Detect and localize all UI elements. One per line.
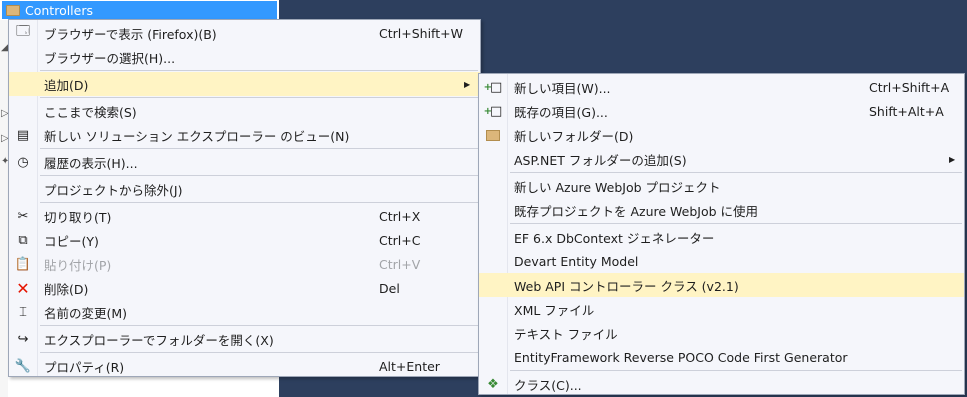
class-icon: ❖ [487,376,499,392]
new-folder-icon [482,126,504,144]
submenu-item-text-file[interactable]: テキスト ファイル [479,321,964,345]
folder-icon [6,4,20,16]
menu-item-cut[interactable]: ✂ 切り取り(T) Ctrl+X [9,204,480,228]
rename-icon: ⌶ [19,304,27,320]
menu-item-copy[interactable]: ⧉ コピー(Y) Ctrl+C [9,228,480,252]
tree-item-label: Controllers [25,2,93,18]
submenu-item-new-item[interactable]: + □ 新しい項目(W)... Ctrl+Shift+A [479,75,964,99]
solution-explorer-view-icon: ▤ [16,127,30,143]
menu-item-view-in-browser[interactable]: 🗔 ブラウザーで表示 (Firefox)(B) Ctrl+Shift+W [9,21,480,45]
solution-explorer-tree: ◢ ▷ ▷ ✦ [0,20,9,397]
existing-item-icon: + □ [483,103,503,119]
submenu-item-reverse-poco-generator[interactable]: EntityFramework Reverse POCO Code First … [479,345,964,369]
history-icon: ◷ [17,154,29,170]
menu-item-open-folder-in-explorer[interactable]: ↪ エクスプローラーでフォルダーを開く(X) [9,327,480,351]
menu-item-new-solution-explorer-view[interactable]: ▤ 新しい ソリューション エクスプローラー のビュー(N) [9,123,480,147]
wrench-icon: 🔧 [14,358,32,374]
new-item-icon: + □ [483,79,503,95]
submenu-item-devart-entity-model[interactable]: Devart Entity Model [479,249,964,273]
delete-icon: ✕ [16,278,30,298]
menu-item-properties[interactable]: 🔧 プロパティ(R) Alt+Enter [9,354,480,378]
submenu-item-ef-dbcontext-generator[interactable]: EF 6.x DbContext ジェネレーター [479,225,964,249]
menu-item-rename[interactable]: ⌶ 名前の変更(M) [9,300,480,324]
submenu-item-existing-project-as-webjob[interactable]: 既存プロジェクトを Azure WebJob に使用 [479,198,964,222]
submenu-item-add-aspnet-folder[interactable]: ASP.NET フォルダーの追加(S) ▶ [479,147,964,171]
chevron-right-icon: ▶ [464,79,471,89]
menu-item-paste[interactable]: 📋 貼り付け(P) Ctrl+V [9,252,480,276]
add-submenu: + □ 新しい項目(W)... Ctrl+Shift+A + □ 既存の項目(G).… [478,73,965,395]
open-folder-arrow-icon: ↪ [17,331,29,347]
submenu-item-new-folder[interactable]: 新しいフォルダー(D) [479,123,964,147]
paste-icon: 📋 [14,256,32,272]
copy-icon: ⧉ [18,232,28,248]
menu-item-browse-with[interactable]: ブラウザーの選択(H)... [9,45,480,69]
menu-item-scope-to-this[interactable]: ここまで検索(S) [9,99,480,123]
menu-item-exclude-from-project[interactable]: プロジェクトから除外(J) [9,177,480,201]
submenu-item-xml-file[interactable]: XML ファイル [479,297,964,321]
scissors-icon: ✂ [17,208,29,224]
context-menu: 🗔 ブラウザーで表示 (Firefox)(B) Ctrl+Shift+W ブラウ… [8,19,481,377]
submenu-item-class[interactable]: ❖ クラス(C)... [479,372,964,396]
chevron-right-icon: ▶ [949,154,956,164]
submenu-item-web-api-controller[interactable]: Web API コントローラー クラス (v2.1) [479,273,964,297]
menu-item-add[interactable]: 追加(D) ▶ [9,72,480,96]
tree-item-controllers[interactable]: Controllers [2,1,277,19]
browser-icon: 🗔 [15,24,31,39]
menu-item-delete[interactable]: ✕ 削除(D) Del [9,276,480,300]
submenu-item-existing-item[interactable]: + □ 既存の項目(G)... Shift+Alt+A [479,99,964,123]
submenu-item-new-azure-webjob[interactable]: 新しい Azure WebJob プロジェクト [479,174,964,198]
menu-item-view-history[interactable]: ◷ 履歴の表示(H)... [9,150,480,174]
